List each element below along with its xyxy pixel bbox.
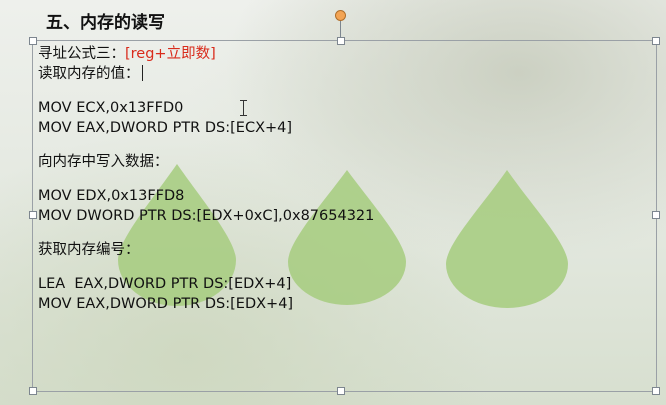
code-line: MOV EAX,DWORD PTR DS:[EDX+4]	[38, 296, 294, 312]
resize-handle-bottom-right[interactable]	[652, 387, 660, 395]
ibeam-cursor-icon	[240, 100, 248, 116]
resize-handle-top-right[interactable]	[652, 37, 660, 45]
resize-handle-left[interactable]	[29, 211, 37, 219]
code-line: LEA EAX,DWORD PTR DS:[EDX+4]	[38, 276, 292, 292]
resize-handle-right[interactable]	[652, 211, 660, 219]
code-line: MOV ECX,0x13FFD0	[38, 100, 184, 116]
resize-handle-top-left[interactable]	[29, 37, 37, 45]
read-label-line: 读取内存的值：	[38, 64, 648, 84]
read-label: 读取内存的值：	[38, 66, 140, 82]
resize-handle-bottom[interactable]	[337, 387, 345, 395]
code-line: MOV EAX,DWORD PTR DS:[ECX+4]	[38, 120, 293, 136]
slide-title: 五、内存的读写	[46, 13, 165, 33]
formula-prefix: 寻址公式三：	[38, 46, 125, 62]
write-label: 向内存中写入数据：	[38, 154, 169, 170]
formula-value: [reg+立即数]	[125, 46, 216, 62]
code-line: MOV EDX,0x13FFD8	[38, 188, 185, 204]
address-label: 获取内存编号：	[38, 242, 140, 258]
code-line: MOV DWORD PTR DS:[EDX+0xC],0x87654321	[38, 208, 375, 224]
rotate-handle[interactable]	[335, 10, 346, 21]
textbox-content[interactable]: 寻址公式三：[reg+立即数] 读取内存的值： MOV ECX,0x13FFD0…	[38, 44, 648, 314]
resize-handle-bottom-left[interactable]	[29, 387, 37, 395]
text-caret	[141, 65, 143, 81]
formula-line: 寻址公式三：[reg+立即数]	[38, 44, 648, 64]
